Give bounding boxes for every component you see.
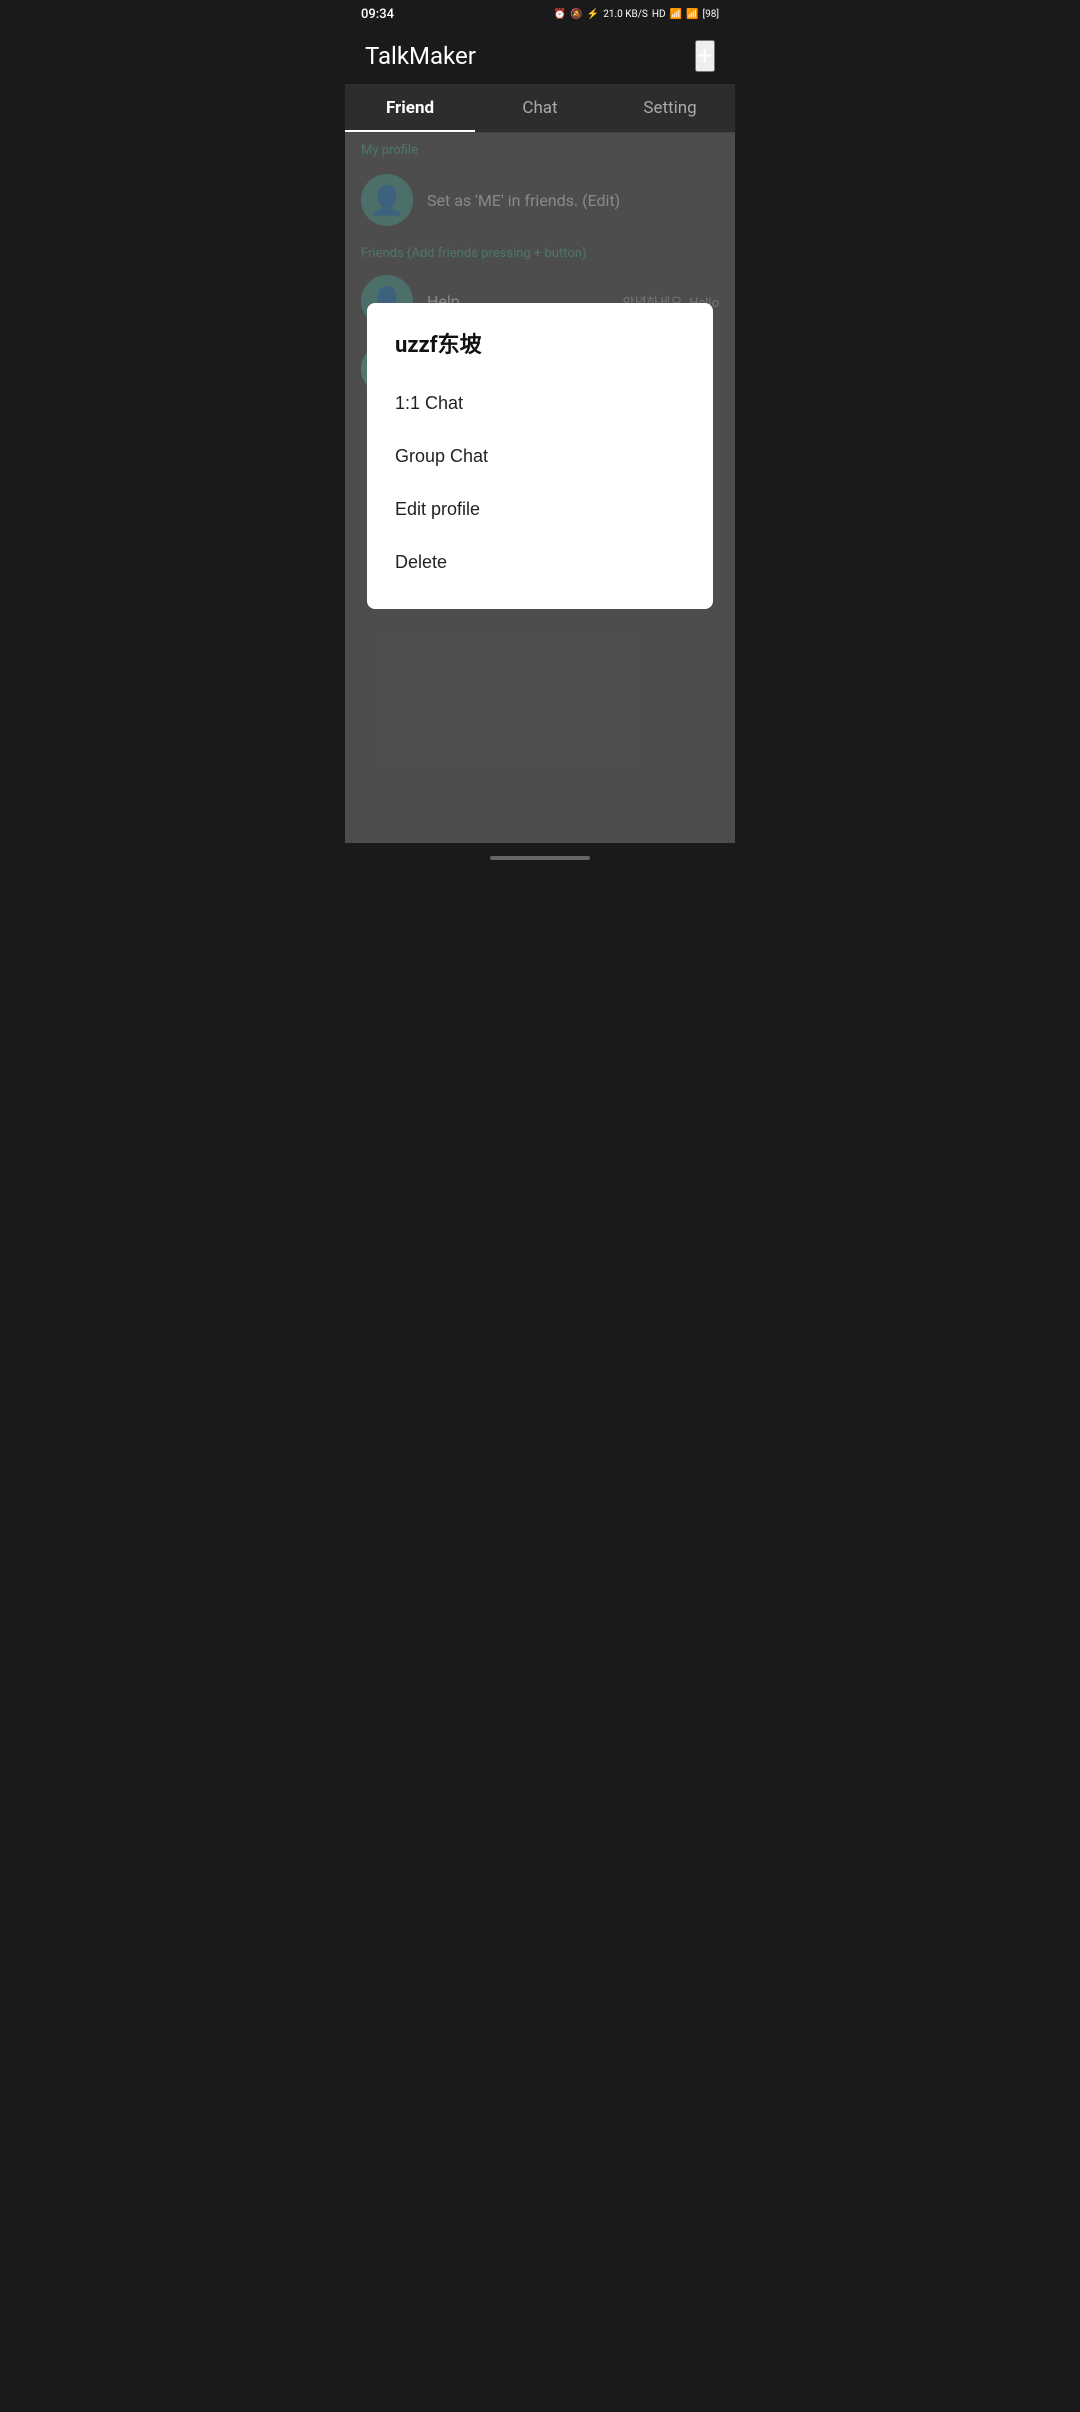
tab-setting[interactable]: Setting bbox=[605, 84, 735, 132]
popup-title: uzzf东坡 bbox=[395, 327, 685, 359]
bottom-bar bbox=[345, 846, 735, 870]
status-icons: ⏰ 🔕 ⚡ 21.0 KB/S HD 📶 📶 [98] bbox=[554, 9, 719, 20]
battery-icon: [98] bbox=[702, 9, 719, 20]
content-area: My profile 👤 Set as 'ME' in friends. (Ed… bbox=[345, 133, 735, 843]
bluetooth-icon: ⚡ bbox=[587, 9, 599, 20]
popup-item-delete[interactable]: Delete bbox=[395, 536, 685, 589]
mute-icon: 🔕 bbox=[570, 9, 582, 20]
app-title: TalkMaker bbox=[365, 42, 476, 70]
popup-item-one-to-one-chat[interactable]: 1:1 Chat bbox=[395, 377, 685, 430]
app-header: TalkMaker + bbox=[345, 28, 735, 84]
context-menu-popup: uzzf东坡 1:1 Chat Group Chat Edit profile … bbox=[367, 303, 713, 609]
hd-icon: HD bbox=[652, 9, 666, 20]
home-indicator bbox=[490, 856, 590, 860]
add-button[interactable]: + bbox=[695, 40, 715, 72]
status-bar: 09:34 ⏰ 🔕 ⚡ 21.0 KB/S HD 📶 📶 [98] bbox=[345, 0, 735, 28]
status-time: 09:34 bbox=[361, 7, 394, 22]
tab-friend[interactable]: Friend bbox=[345, 84, 475, 132]
tab-chat[interactable]: Chat bbox=[475, 84, 605, 132]
data-speed: 21.0 KB/S bbox=[603, 9, 648, 20]
popup-item-edit-profile[interactable]: Edit profile bbox=[395, 483, 685, 536]
tab-bar: Friend Chat Setting bbox=[345, 84, 735, 133]
popup-item-group-chat[interactable]: Group Chat bbox=[395, 430, 685, 483]
signal-icon: 📶 bbox=[686, 9, 698, 20]
wifi-icon: 📶 bbox=[670, 9, 682, 20]
alarm-icon: ⏰ bbox=[554, 9, 566, 20]
